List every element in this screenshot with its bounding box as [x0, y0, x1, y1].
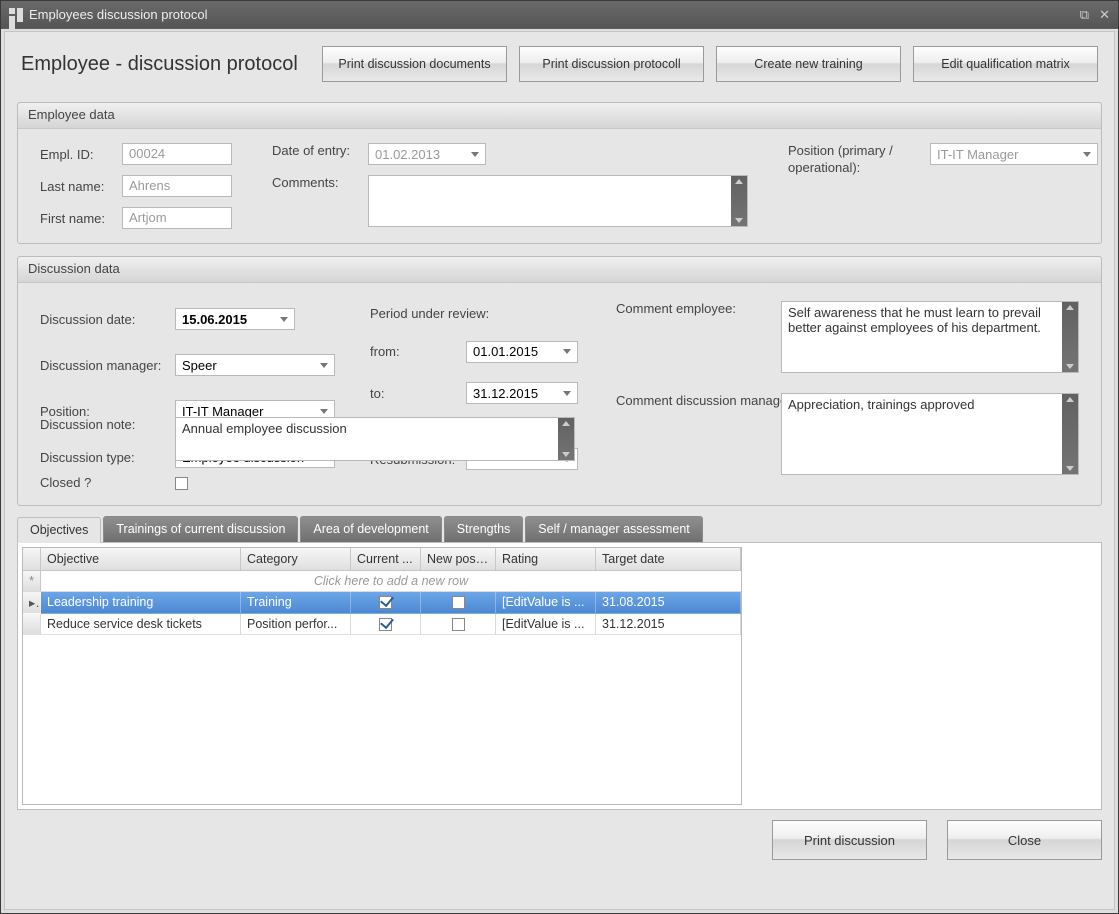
- tab-strengths[interactable]: Strengths: [444, 516, 524, 542]
- date-entry-label: Date of entry:: [272, 143, 368, 158]
- print-documents-button[interactable]: Print discussion documents: [322, 46, 507, 82]
- table-row[interactable]: Reduce service desk ticketsPosition perf…: [23, 614, 741, 635]
- emp-position-field: IT-IT Manager: [930, 143, 1098, 165]
- col-target[interactable]: Target date: [596, 548, 741, 571]
- tab-assessment[interactable]: Self / manager assessment: [525, 516, 702, 542]
- cell-current[interactable]: [351, 592, 421, 614]
- restore-icon[interactable]: ⧉: [1080, 7, 1089, 23]
- disc-manager-field[interactable]: Speer: [175, 354, 335, 376]
- cell-newpos[interactable]: [421, 614, 496, 635]
- disc-note-field[interactable]: Annual employee discussion: [175, 417, 575, 461]
- cell-target[interactable]: 31.12.2015: [596, 614, 741, 635]
- create-training-button[interactable]: Create new training: [716, 46, 901, 82]
- col-rating[interactable]: Rating: [496, 548, 596, 571]
- empl-id-field: 00024: [122, 143, 232, 165]
- chevron-down-icon: [1083, 152, 1091, 157]
- cell-rating[interactable]: [EditValue is ...: [496, 614, 596, 635]
- tab-development[interactable]: Area of development: [300, 516, 441, 542]
- cell-target[interactable]: 31.08.2015: [596, 592, 741, 614]
- date-entry-field: 01.02.2013: [368, 143, 486, 165]
- scrollbar[interactable]: [1062, 302, 1078, 372]
- from-field[interactable]: 01.01.2015: [466, 341, 578, 363]
- new-row-star-icon: *: [23, 571, 41, 591]
- checkbox[interactable]: [379, 618, 392, 631]
- objectives-grid-panel: Objective Category Current ... New posit…: [17, 542, 1102, 810]
- table-row[interactable]: ▸Leadership trainingTraining [EditValue i…: [23, 592, 741, 614]
- employee-data-header: Employee data: [18, 103, 1101, 129]
- chevron-down-icon[interactable]: [320, 409, 328, 414]
- grid-new-row[interactable]: * Click here to add a new row: [23, 571, 741, 592]
- closed-checkbox[interactable]: [175, 477, 188, 490]
- tab-strip: Objectives Trainings of current discussi…: [17, 516, 1102, 542]
- discussion-data-group: Discussion data Discussion date: 15.06.2…: [17, 256, 1102, 506]
- to-field[interactable]: 31.12.2015: [466, 382, 578, 404]
- col-category[interactable]: Category: [241, 548, 351, 571]
- first-name-label: First name:: [40, 211, 122, 226]
- print-discussion-button[interactable]: Print discussion: [772, 820, 927, 860]
- from-label: from:: [370, 344, 466, 359]
- scrollbar[interactable]: [558, 418, 574, 460]
- checkbox[interactable]: [452, 618, 465, 631]
- cell-rating[interactable]: [EditValue is ...: [496, 592, 596, 614]
- cell-current[interactable]: [351, 614, 421, 635]
- cell-newpos[interactable]: [421, 592, 496, 614]
- title-bar: Employees discussion protocol ⧉ ✕: [1, 1, 1118, 28]
- window-title: Employees discussion protocol: [29, 7, 207, 22]
- checkbox[interactable]: [452, 596, 465, 609]
- discussion-data-header: Discussion data: [18, 257, 1101, 283]
- close-icon[interactable]: ✕: [1099, 7, 1110, 23]
- disc-type-label: Discussion type:: [40, 450, 175, 465]
- tab-objectives[interactable]: Objectives: [17, 517, 101, 543]
- cell-objective[interactable]: Leadership training: [41, 592, 241, 614]
- edit-matrix-button[interactable]: Edit qualification matrix: [913, 46, 1098, 82]
- first-name-field: Artjom: [122, 207, 232, 229]
- comment-manager-label: Comment discussion manager: [616, 393, 781, 408]
- grid-header: Objective Category Current ... New posit…: [23, 548, 741, 571]
- cell-objective[interactable]: Reduce service desk tickets: [41, 614, 241, 635]
- print-protocol-button[interactable]: Print discussion protocoll: [519, 46, 704, 82]
- row-handle: [23, 614, 41, 635]
- last-name-label: Last name:: [40, 179, 122, 194]
- disc-note-label: Discussion note:: [40, 417, 175, 432]
- comment-manager-field[interactable]: Appreciation, trainings approved: [781, 393, 1079, 475]
- disc-date-label: Discussion date:: [40, 312, 175, 327]
- objectives-grid[interactable]: Objective Category Current ... New posit…: [22, 547, 742, 805]
- chevron-down-icon[interactable]: [280, 317, 288, 322]
- tab-trainings[interactable]: Trainings of current discussion: [103, 516, 298, 542]
- window-icon: [9, 8, 23, 22]
- disc-manager-label: Discussion manager:: [40, 358, 175, 373]
- emp-comments-field[interactable]: [368, 175, 748, 227]
- chevron-down-icon: [471, 152, 479, 157]
- chevron-down-icon[interactable]: [563, 391, 571, 396]
- scrollbar[interactable]: [731, 176, 747, 226]
- cell-category[interactable]: Position perfor...: [241, 614, 351, 635]
- to-label: to:: [370, 386, 466, 401]
- col-newpos[interactable]: New positi...: [421, 548, 496, 571]
- emp-comments-label: Comments:: [272, 175, 368, 190]
- employee-discussion-window: Employees discussion protocol ⧉ ✕ Employ…: [0, 0, 1119, 914]
- row-handle: ▸: [23, 592, 41, 614]
- empl-id-label: Empl. ID:: [40, 147, 122, 162]
- period-label: Period under review:: [370, 306, 586, 321]
- last-name-field: Ahrens: [122, 175, 232, 197]
- emp-position-label: Position (primary / operational):: [788, 143, 918, 177]
- chevron-down-icon[interactable]: [563, 349, 571, 354]
- disc-date-field[interactable]: 15.06.2015: [175, 308, 295, 330]
- closed-label: Closed ?: [40, 475, 175, 490]
- page-title: Employee - discussion protocol: [21, 53, 298, 76]
- scrollbar[interactable]: [1062, 394, 1078, 474]
- employee-data-group: Employee data Empl. ID: 00024 Last name:…: [17, 102, 1102, 244]
- col-current[interactable]: Current ...: [351, 548, 421, 571]
- comment-employee-field[interactable]: Self awareness that he must learn to pre…: [781, 301, 1079, 373]
- comment-employee-label: Comment employee:: [616, 301, 781, 316]
- chevron-down-icon[interactable]: [320, 363, 328, 368]
- checkbox[interactable]: [379, 596, 392, 609]
- close-button[interactable]: Close: [947, 820, 1102, 860]
- cell-category[interactable]: Training: [241, 592, 351, 614]
- col-objective[interactable]: Objective: [41, 548, 241, 571]
